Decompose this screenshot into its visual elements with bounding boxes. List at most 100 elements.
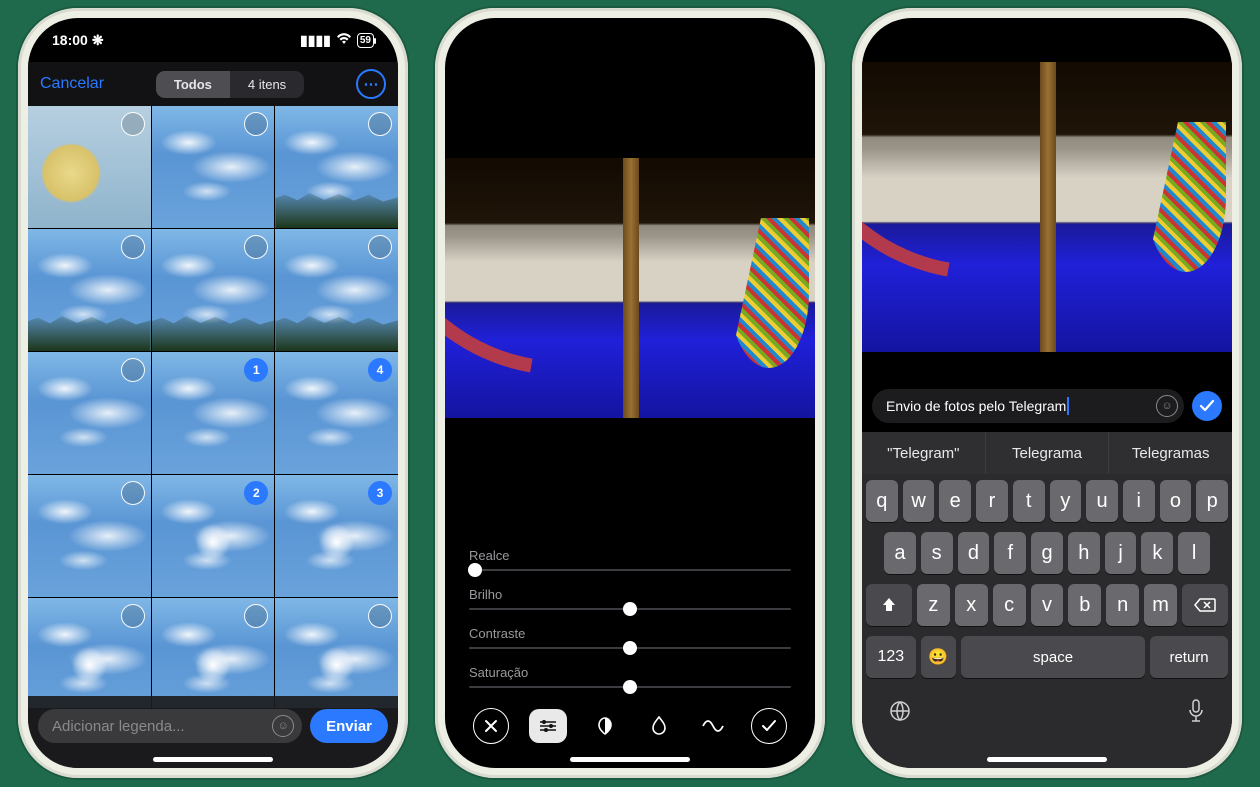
send-button[interactable] xyxy=(1192,391,1222,421)
selection-badge[interactable] xyxy=(244,112,268,136)
photo-thumbnail[interactable] xyxy=(152,106,275,228)
slider-thumb[interactable] xyxy=(623,602,637,616)
photo-thumbnail[interactable]: 1 xyxy=(152,352,275,474)
key-j[interactable]: j xyxy=(1105,532,1137,574)
photo-thumbnail[interactable] xyxy=(28,229,151,351)
emoji-icon[interactable]: ☺ xyxy=(272,715,294,737)
key-y[interactable]: y xyxy=(1050,480,1082,522)
key-t[interactable]: t xyxy=(1013,480,1045,522)
key-c[interactable]: c xyxy=(993,584,1026,626)
key-p[interactable]: p xyxy=(1196,480,1228,522)
slider-contraste[interactable]: Contraste xyxy=(469,626,791,649)
photo-thumbnail[interactable]: 2 xyxy=(152,475,275,597)
photo-thumbnail[interactable] xyxy=(152,598,275,708)
cancel-button[interactable]: Cancelar xyxy=(40,75,104,93)
clock: 18:00 xyxy=(52,32,88,48)
slider-realce[interactable]: Realce xyxy=(469,548,791,571)
selection-badge[interactable]: 3 xyxy=(368,481,392,505)
selection-badge[interactable] xyxy=(121,235,145,259)
slider-saturação[interactable]: Saturação xyxy=(469,665,791,688)
selection-badge[interactable] xyxy=(121,604,145,628)
selection-badge[interactable] xyxy=(368,112,392,136)
home-indicator[interactable] xyxy=(153,757,273,762)
key-o[interactable]: o xyxy=(1160,480,1192,522)
confirm-edit-button[interactable] xyxy=(751,708,787,744)
adjust-tool-icon[interactable] xyxy=(529,709,567,743)
photo-thumbnail[interactable] xyxy=(28,352,151,474)
selection-badge[interactable] xyxy=(368,235,392,259)
key-a[interactable]: a xyxy=(884,532,916,574)
key-u[interactable]: u xyxy=(1086,480,1118,522)
selection-badge[interactable] xyxy=(121,112,145,136)
key-x[interactable]: x xyxy=(955,584,988,626)
key-n[interactable]: n xyxy=(1106,584,1139,626)
suggestion[interactable]: Telegrama xyxy=(986,432,1110,474)
photo-thumbnail[interactable] xyxy=(275,106,398,228)
selection-badge[interactable]: 2 xyxy=(244,481,268,505)
photo-thumbnail[interactable] xyxy=(28,106,151,228)
key-z[interactable]: z xyxy=(917,584,950,626)
adjustment-sliders: Realce Brilho Contraste Saturação xyxy=(469,548,791,688)
selection-badge[interactable]: 1 xyxy=(244,358,268,382)
key-w[interactable]: w xyxy=(903,480,935,522)
selection-badge[interactable] xyxy=(121,481,145,505)
key-e[interactable]: e xyxy=(939,480,971,522)
more-button[interactable]: ⋯ xyxy=(356,69,386,99)
segmented-control[interactable]: Todos 4 itens xyxy=(156,71,304,98)
edit-preview[interactable] xyxy=(445,158,815,418)
key-shift[interactable] xyxy=(866,584,912,626)
send-button[interactable]: Enviar xyxy=(310,709,388,743)
selection-badge[interactable] xyxy=(244,604,268,628)
emoji-icon[interactable]: ☺ xyxy=(1156,395,1178,417)
key-q[interactable]: q xyxy=(866,480,898,522)
photo-thumbnail[interactable]: 3 xyxy=(275,475,398,597)
selection-badge[interactable] xyxy=(121,358,145,382)
seg-count[interactable]: 4 itens xyxy=(230,71,304,98)
key-r[interactable]: r xyxy=(976,480,1008,522)
slider-thumb[interactable] xyxy=(468,563,482,577)
seg-all[interactable]: Todos xyxy=(156,71,230,98)
key-f[interactable]: f xyxy=(994,532,1026,574)
key-b[interactable]: b xyxy=(1068,584,1101,626)
key-space[interactable]: space xyxy=(961,636,1145,678)
slider-brilho[interactable]: Brilho xyxy=(469,587,791,610)
key-return[interactable]: return xyxy=(1150,636,1228,678)
home-indicator[interactable] xyxy=(570,757,690,762)
cancel-edit-button[interactable] xyxy=(473,708,509,744)
selection-badge[interactable]: 4 xyxy=(368,358,392,382)
photo-thumbnail[interactable] xyxy=(275,598,398,708)
photo-thumbnail[interactable]: 4 xyxy=(275,352,398,474)
selection-badge[interactable] xyxy=(244,235,268,259)
key-l[interactable]: l xyxy=(1178,532,1210,574)
key-backspace[interactable] xyxy=(1182,584,1228,626)
photo-thumbnail[interactable] xyxy=(275,229,398,351)
home-indicator[interactable] xyxy=(987,757,1107,762)
key-s[interactable]: s xyxy=(921,532,953,574)
suggestion[interactable]: Telegramas xyxy=(1109,432,1232,474)
photo-preview[interactable] xyxy=(862,62,1232,352)
key-123[interactable]: 123 xyxy=(866,636,916,678)
filter-tool-icon[interactable] xyxy=(588,709,622,743)
photo-thumbnail[interactable] xyxy=(28,475,151,597)
blur-tool-icon[interactable] xyxy=(642,709,676,743)
photo-thumbnail[interactable] xyxy=(28,598,151,708)
key-k[interactable]: k xyxy=(1141,532,1173,574)
globe-icon[interactable] xyxy=(888,699,912,729)
photo-thumbnail[interactable] xyxy=(152,229,275,351)
slider-thumb[interactable] xyxy=(623,641,637,655)
mic-icon[interactable] xyxy=(1186,698,1206,730)
caption-input[interactable]: Envio de fotos pelo Telegram ☺ xyxy=(872,389,1184,423)
caption-input[interactable]: Adicionar legenda... ☺ xyxy=(38,709,302,743)
curves-tool-icon[interactable] xyxy=(696,709,730,743)
key-g[interactable]: g xyxy=(1031,532,1063,574)
suggestion[interactable]: "Telegram" xyxy=(862,432,986,474)
key-m[interactable]: m xyxy=(1144,584,1177,626)
key-v[interactable]: v xyxy=(1031,584,1064,626)
key-d[interactable]: d xyxy=(958,532,990,574)
key-emoji[interactable]: 😀 xyxy=(921,636,956,678)
key-i[interactable]: i xyxy=(1123,480,1155,522)
slider-thumb[interactable] xyxy=(623,680,637,694)
selection-badge[interactable] xyxy=(368,604,392,628)
photo-grid: 1 4 2 3 xyxy=(28,106,398,708)
key-h[interactable]: h xyxy=(1068,532,1100,574)
